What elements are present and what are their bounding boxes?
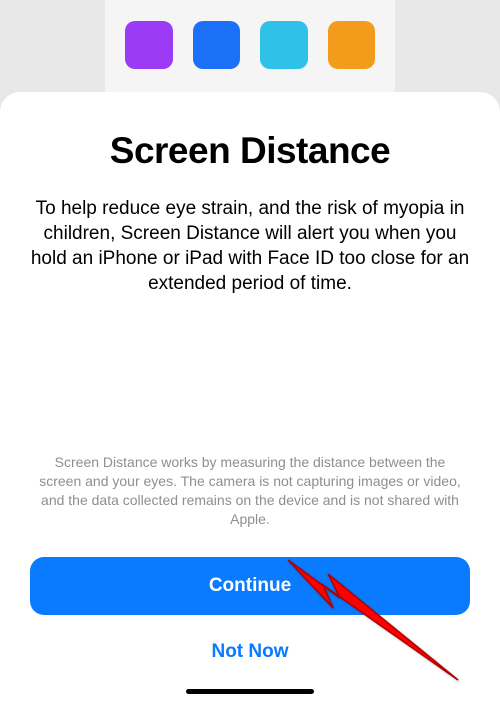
spacer [30,316,470,453]
app-icon-purple [125,21,173,69]
background-home-screen [105,0,395,100]
modal-sheet: Screen Distance To help reduce eye strai… [0,92,500,714]
app-icon-orange [328,21,376,69]
app-icon-cyan [260,21,308,69]
continue-button[interactable]: Continue [30,557,470,615]
not-now-button[interactable]: Not Now [30,633,470,671]
sheet-title: Screen Distance [30,130,470,172]
sheet-description: To help reduce eye strain, and the risk … [30,196,470,296]
home-indicator[interactable] [186,689,314,694]
app-icon-blue [193,21,241,69]
sheet-fine-print: Screen Distance works by measuring the d… [30,453,470,529]
